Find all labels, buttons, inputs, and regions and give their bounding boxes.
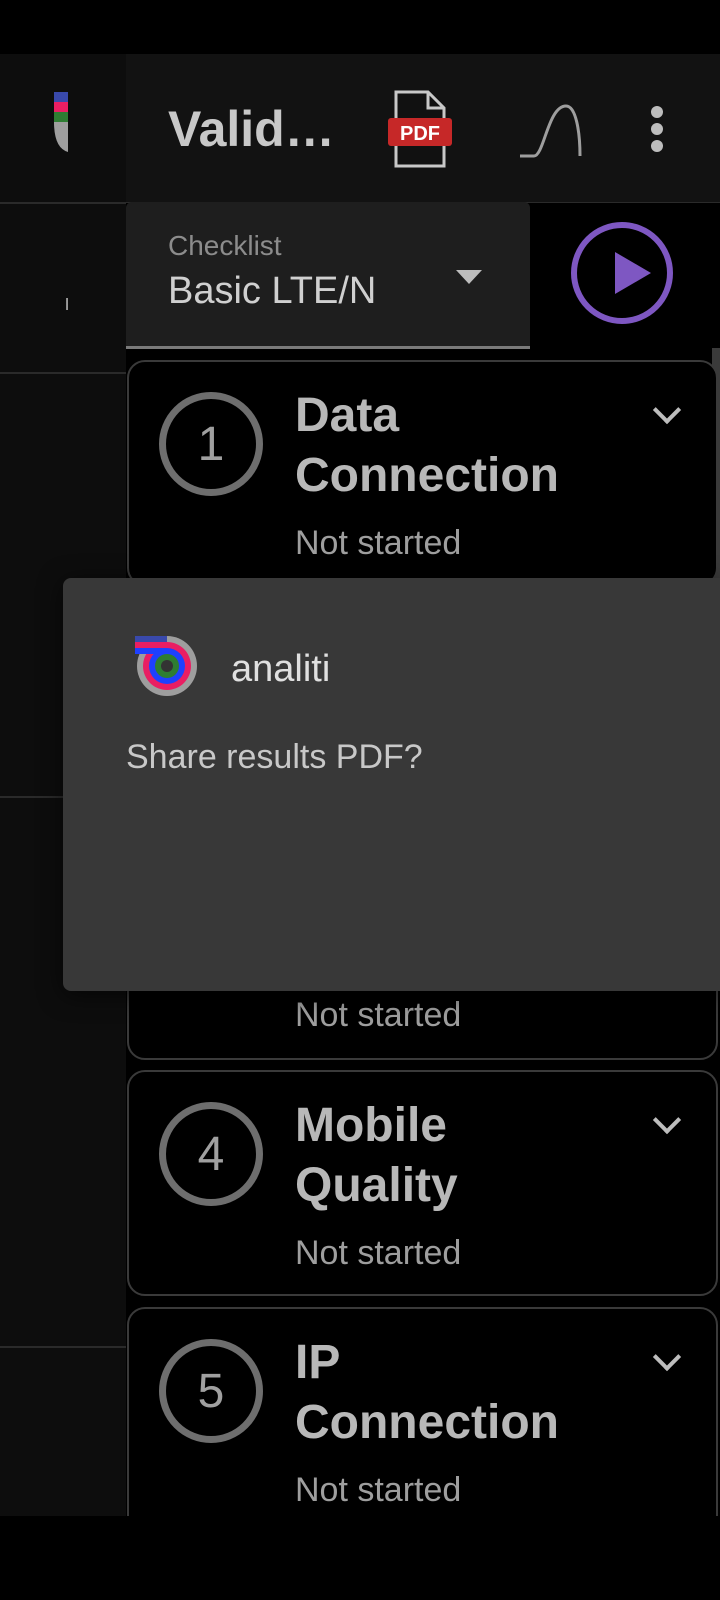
status-bar xyxy=(0,0,720,54)
checklist-label: Checklist xyxy=(168,230,282,261)
signal-curve-icon[interactable] xyxy=(518,102,584,158)
chevron-down-icon[interactable] xyxy=(652,1105,682,1135)
play-triangle xyxy=(615,252,651,294)
left-divider xyxy=(0,202,126,204)
app-bar: Valid… PDF xyxy=(126,54,720,203)
dropdown-arrow-icon xyxy=(456,270,482,284)
dialog-message: Share results PDF? xyxy=(126,738,423,776)
chevron-down-icon[interactable] xyxy=(652,1342,682,1372)
left-fragment: ı xyxy=(64,290,71,315)
checklist-value: Basic LTE/N xyxy=(168,270,377,312)
checklist-card-1[interactable]: 1 Data Connection Not started xyxy=(127,360,718,586)
pdf-label: PDF xyxy=(400,123,440,145)
step-number: 1 xyxy=(159,392,263,496)
more-vert-icon[interactable] xyxy=(650,106,664,152)
checklist-card-5[interactable]: 5 IP Connection Not started xyxy=(127,1307,718,1547)
card-title: Mobile Quality xyxy=(295,1099,458,1212)
navigation-bar xyxy=(0,1516,720,1600)
step-number: 4 xyxy=(159,1102,263,1206)
play-circle-icon[interactable] xyxy=(571,222,673,324)
share-dialog: analiti Share results PDF? xyxy=(63,578,720,991)
card-status: Not started xyxy=(295,524,462,562)
card-status: Not started xyxy=(295,1234,462,1272)
page-title: Valid… xyxy=(168,101,335,157)
left-divider xyxy=(0,372,126,374)
card-status: Not started xyxy=(295,996,462,1034)
card-status: Not started xyxy=(295,1471,462,1509)
step-number: 5 xyxy=(159,1339,263,1443)
card-title: Data Connection xyxy=(295,389,559,502)
dialog-app-name: analiti xyxy=(231,648,331,690)
checklist-card-4[interactable]: 4 Mobile Quality Not started xyxy=(127,1070,718,1296)
checklist-dropdown[interactable]: Checklist Basic LTE/N xyxy=(126,202,530,349)
chevron-down-icon[interactable] xyxy=(652,395,682,425)
pdf-file-icon[interactable]: PDF xyxy=(388,90,452,168)
card-title: IP Connection xyxy=(295,1336,559,1449)
left-divider xyxy=(0,1346,126,1348)
analiti-logo-icon xyxy=(135,636,197,696)
app-logo-icon xyxy=(54,92,68,152)
